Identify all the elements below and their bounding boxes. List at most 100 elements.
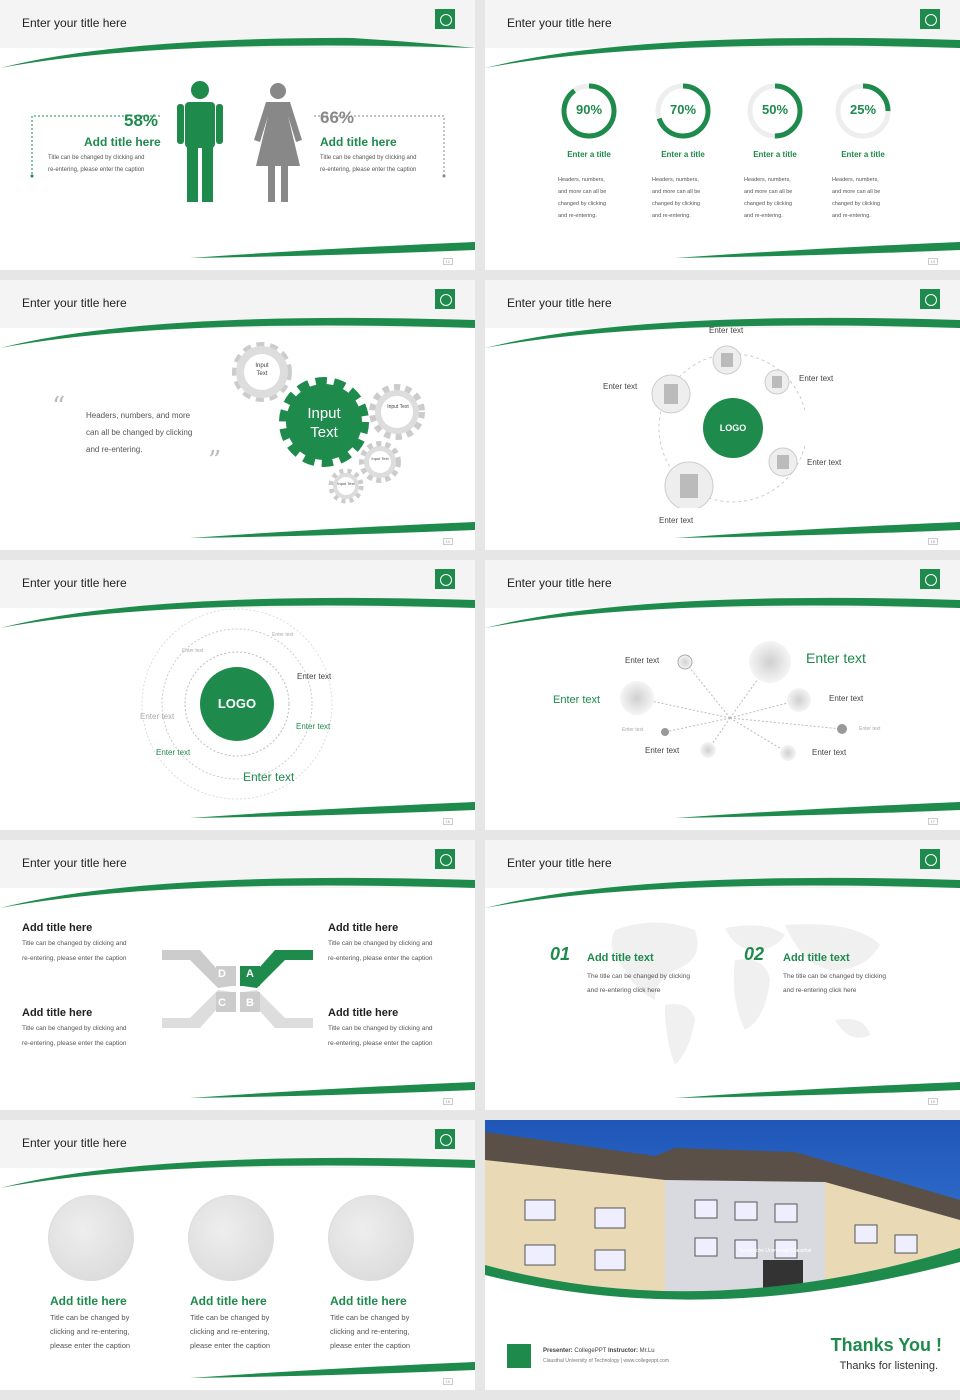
building-sign: Technische Universität Clausthal	[739, 1248, 812, 1254]
slide-12[interactable]: Enter your title here 58% Add title here…	[0, 0, 475, 270]
gear-label: Input Text	[255, 363, 269, 377]
globe-icon	[328, 1195, 414, 1281]
quadrant-letter-a: A	[246, 968, 254, 980]
globe-title: Add title here	[330, 1294, 407, 1308]
slide-14[interactable]: Enter your title here “ Headers, numbers…	[0, 280, 475, 550]
ring-desc: and re-entering.	[832, 213, 871, 219]
building-icon	[764, 369, 790, 395]
slide-15[interactable]: Enter your title here LOGO Enter text En…	[485, 280, 960, 550]
node-label-tiny: Enter text	[622, 727, 644, 733]
block-desc: re-entering, please enter the caption	[22, 1040, 127, 1047]
slide-17[interactable]: Enter your title here Enter text Enter t…	[485, 560, 960, 830]
slide-18[interactable]: Enter your title here Add title here Tit…	[0, 840, 475, 1110]
quote-line-3: and re-entering.	[86, 445, 143, 454]
page-number: 14	[442, 538, 453, 545]
page-number: 16	[442, 818, 453, 825]
ring-desc: Headers, numbers,	[558, 177, 605, 183]
item-number-2: 02	[744, 944, 765, 964]
thanks-title: Thanks You !	[830, 1335, 942, 1355]
quote-line-1: Headers, numbers, and more	[86, 411, 191, 420]
globe-desc: clicking and re-entering,	[190, 1327, 270, 1336]
progress-value: 25%	[849, 102, 877, 117]
item-title-2: Add title text	[783, 952, 850, 964]
node-label: Enter text	[812, 748, 847, 757]
organization: Clausthal University of Technology | www…	[543, 1358, 669, 1364]
ring-desc: and more can all be	[558, 189, 607, 195]
right-desc-1: Title can be changed by clicking and	[320, 155, 417, 161]
instructor-label: Instructor:	[607, 1348, 638, 1354]
slide-title: Enter your title here	[507, 856, 612, 870]
slide-20[interactable]: Enter your title here Add title here Titl…	[0, 1120, 475, 1390]
block-desc: re-entering, please enter the caption	[328, 1040, 433, 1047]
progress-value: 70%	[669, 102, 697, 117]
slide-sorter-grid: Enter your title here 58% Add title here…	[0, 0, 960, 1400]
male-percentage: 58%	[124, 111, 159, 130]
orbit-label: Enter text	[807, 458, 842, 467]
building-icon	[651, 374, 691, 414]
page-number: 19	[927, 1098, 938, 1105]
university-logo-icon	[435, 849, 455, 869]
logo-label: LOGO	[719, 423, 747, 433]
slide-closing[interactable]: Technische Universität Clausthal Present…	[485, 1120, 960, 1390]
block-desc: Title can be changed by clicking and	[328, 940, 433, 947]
slide-title: Enter your title here	[22, 1136, 127, 1150]
block-desc: re-entering, please enter the caption	[22, 955, 127, 962]
ring-label: Enter text	[243, 770, 295, 784]
gear-icon	[328, 468, 364, 504]
block-desc: re-entering, please enter the caption	[328, 955, 433, 962]
progress-value: 90%	[575, 102, 603, 117]
node-label: Enter text	[829, 694, 864, 703]
gear-icon	[279, 377, 369, 467]
globe-desc: please enter the caption	[330, 1341, 411, 1350]
building-icon	[768, 447, 798, 477]
gear-main-label-2: Text	[310, 424, 338, 441]
block-title-tl: Add title here	[22, 922, 93, 934]
gear-icon	[369, 384, 425, 440]
ring-title: Enter a title	[841, 150, 885, 159]
ring-desc: and re-entering.	[744, 213, 783, 219]
orbit-label: Enter text	[659, 516, 694, 525]
ring-label: Enter text	[272, 632, 294, 638]
page-number: 19	[442, 1378, 453, 1385]
gear-label: Input Text	[337, 481, 355, 486]
node-label-big: Enter text	[806, 650, 866, 666]
ring-title: Enter a title	[753, 150, 797, 159]
building-icon	[664, 461, 714, 508]
slide-16[interactable]: Enter your title here LOGO Enter text En…	[0, 560, 475, 830]
ring-label: Enter text	[296, 722, 331, 731]
ring-title: Enter a title	[567, 150, 611, 159]
ring-desc: changed by clicking	[744, 201, 793, 207]
presenter-line: Presenter: CollegePPT Instructor: Mr.Lu	[543, 1348, 655, 1354]
ring-label: Enter text	[297, 672, 332, 681]
slide-title: Enter your title here	[22, 856, 127, 870]
open-quote-icon: “	[52, 392, 66, 422]
quadrant-letter-d: D	[218, 968, 226, 980]
university-logo-icon	[435, 1129, 455, 1149]
block-desc: Title can be changed by clicking and	[328, 1025, 433, 1032]
university-logo-icon	[920, 289, 940, 309]
globe-icon	[48, 1195, 134, 1281]
ring-desc: changed by clicking	[832, 201, 881, 207]
ring-desc: and more can all be	[832, 189, 881, 195]
slide-title: Enter your title here	[22, 576, 127, 590]
page-number: 13	[927, 258, 938, 265]
slide-title: Enter your title here	[507, 296, 612, 310]
orbit-label: Enter text	[709, 326, 744, 335]
left-desc-1: Title can be changed by clicking and	[48, 155, 145, 161]
male-figure-icon	[177, 81, 223, 202]
globe-title: Add title here	[50, 1294, 127, 1308]
globe-icon	[188, 1195, 274, 1281]
ring-desc: Headers, numbers,	[832, 177, 879, 183]
gear-label: Input Text	[387, 404, 409, 410]
ring-desc: and more can all be	[652, 189, 701, 195]
globe-desc: please enter the caption	[190, 1341, 271, 1350]
gear-main-label-1: Input	[307, 405, 341, 422]
slide-19[interactable]: Enter your title here 01 Add title text …	[485, 840, 960, 1110]
node-label-tiny: Enter text	[859, 726, 881, 732]
quadrant-letter-b: B	[246, 997, 254, 1009]
female-percentage: 66%	[320, 108, 355, 127]
university-logo-icon	[435, 289, 455, 309]
globe-desc: clicking and re-entering,	[330, 1327, 410, 1336]
page-number: 18	[442, 1098, 453, 1105]
slide-13[interactable]: Enter your title here 90% Enter a title He…	[485, 0, 960, 270]
